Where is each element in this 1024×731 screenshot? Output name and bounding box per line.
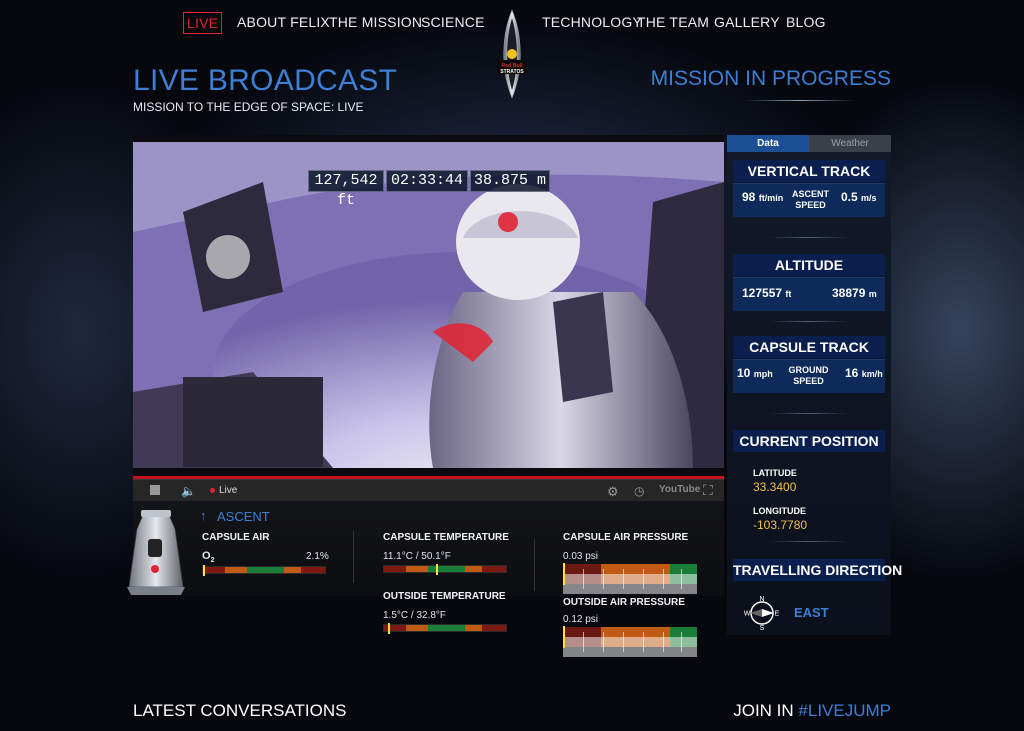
capsule-air-pressure-gauge [563,563,697,594]
stop-icon[interactable] [150,485,160,495]
vertical-track-body: 98 ft/min ASCENT SPEED 0.5 m/s [733,183,885,217]
capsule-air-pressure-label: CAPSULE AIR PRESSURE [563,532,689,543]
capsule-temperature-label: CAPSULE TEMPERATURE [383,532,509,543]
o2-value: 2.1% [306,551,329,562]
nav-science[interactable]: SCIENCE [421,14,485,30]
section-separator [769,541,849,542]
capsule-temperature-gauge [383,564,507,575]
volume-icon[interactable]: 🔈 [181,484,196,498]
nav-gallery[interactable]: GALLERY [714,14,780,30]
altitude-title: ALTITUDE [733,254,885,276]
video-feed[interactable]: 127,542 ft 02:33:44 38.875 m [133,142,724,468]
red-bull-stratos-logo[interactable]: Red Bull STRATOS [494,8,530,100]
settings-gear-icon[interactable]: ⚙ [607,484,619,500]
section-separator [769,413,849,414]
ascent-speed-label: ASCENT SPEED [791,189,829,210]
nav-about-felix[interactable]: ABOUT FELIX [237,14,330,30]
longitude-value: -103.7780 [753,518,808,532]
section-separator [769,237,849,238]
data-panel: Data Weather VERTICAL TRACK 98 ft/min AS… [727,135,902,635]
phase-label: ASCENT [217,509,270,524]
latitude-value: 33.3400 [753,480,797,494]
capsule-temperature-value: 11.1°C / 50.1°F [383,551,451,562]
fullscreen-icon[interactable]: ⛶ [703,482,713,499]
svg-text:N: N [759,596,764,603]
divider [534,539,535,591]
capsule-air-label: CAPSULE AIR [202,532,270,543]
capsule-icon [127,510,185,595]
outside-temperature-value: 1.5°C / 32.8°F [383,610,447,621]
altitude-body: 127557 ft 38879 m [733,277,885,311]
vertical-speed-ft: 98 ft/min [742,190,784,204]
nav-the-team[interactable]: THE TEAM [637,14,709,30]
outside-air-pressure-label: OUTSIDE AIR PRESSURE [563,597,685,608]
watch-later-clock-icon[interactable]: ◷ [634,484,644,498]
join-in-heading: JOIN IN #LIVEJUMP [733,701,891,720]
youtube-logo-icon[interactable]: YouTube [659,484,700,495]
ground-speed-label: GROUND SPEED [788,365,829,386]
page-title: LIVE BROADCAST [133,64,398,97]
nav-live[interactable]: LIVE [183,12,223,34]
o2-label: O2 [202,550,215,565]
nav-technology[interactable]: TECHNOLOGY [542,14,642,30]
live-label: Live [219,485,238,496]
nav-blog[interactable]: BLOG [786,14,826,30]
hashtag-link[interactable]: #LIVEJUMP [798,701,891,720]
tab-weather[interactable]: Weather [809,135,891,152]
vertical-track-title: VERTICAL TRACK [733,160,885,182]
ground-speed-mph: 10 mph [737,366,773,380]
outside-air-pressure-gauge [563,626,697,657]
outside-temperature-label: OUTSIDE TEMPERATURE [383,591,506,602]
capsule-track-title: CAPSULE TRACK [733,336,885,358]
outside-air-pressure-value: 0.12 psi [563,614,599,625]
longitude-label: LONGITUDE [753,506,806,516]
vertical-speed-m: 0.5 m/s [841,190,877,204]
overlay-altitude-m: 38.875 m [470,170,550,192]
outside-temperature-gauge [383,623,507,634]
compass-icon: N E S W [744,596,780,631]
capsule-track-body: 10 mph GROUND SPEED 16 km/h [733,359,885,393]
status-underline [745,100,855,101]
capsule-air-pressure-value: 0.03 psi [563,551,599,562]
divider [353,531,354,583]
tab-data[interactable]: Data [727,135,809,152]
section-separator [769,321,849,322]
altitude-ft: 127557 ft [742,286,792,300]
o2-gauge [202,565,326,576]
telemetry-panel: ↑ ASCENT CAPSULE AIR O2 2.1% CAPSULE TEM… [127,501,724,602]
overlay-elapsed-time: 02:33:44 [386,170,468,192]
live-dot-icon [210,488,215,493]
altitude-m: 38879 m [832,286,877,300]
player-controls: 🔈 Live ⚙ ◷ YouTube ⛶ [133,479,724,501]
current-position-title: CURRENT POSITION [733,430,885,452]
ascent-arrow-icon: ↑ [200,508,207,523]
main-nav: LIVE ABOUT FELIX THE MISSION SCIENCE TEC… [0,0,1024,99]
nav-the-mission[interactable]: THE MISSION [329,14,422,30]
video-player[interactable]: 127,542 ft 02:33:44 38.875 m [133,135,724,476]
overlay-altitude-ft: 127,542 ft [308,170,384,209]
logo-text-stratos: STRATOS [500,69,524,75]
page-subtitle: MISSION TO THE EDGE OF SPACE: LIVE [133,100,364,114]
ground-speed-kmh: 16 km/h [845,366,883,380]
svg-text:W: W [744,611,751,618]
latitude-label: LATITUDE [753,468,797,478]
svg-text:S: S [760,625,765,631]
travelling-direction-title: TRAVELLING DIRECTION [733,559,902,581]
svg-text:E: E [775,611,780,618]
travelling-direction-value: EAST [794,605,829,620]
mission-status: MISSION IN PROGRESS [650,67,891,90]
latest-conversations-heading: LATEST CONVERSATIONS [133,701,347,720]
